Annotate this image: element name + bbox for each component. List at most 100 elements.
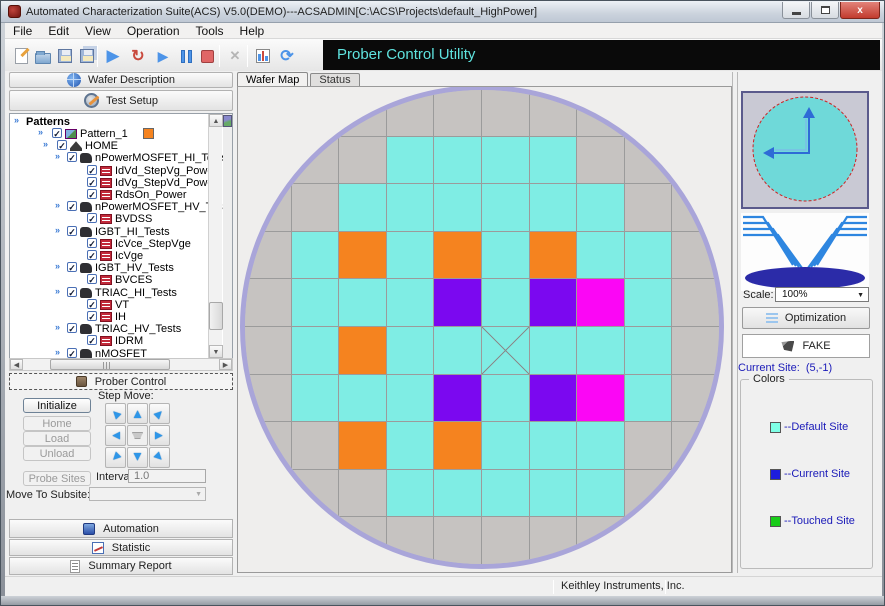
wafer-site-5-8[interactable] <box>482 470 530 518</box>
wafer-site-2-6[interactable] <box>339 375 387 423</box>
tree-item-BVDSS[interactable]: ✓BVDSS <box>10 213 220 225</box>
wafer-site-8-0[interactable] <box>625 89 673 137</box>
summary-report-button[interactable]: Summary Report <box>9 557 233 575</box>
wafer-site-5-0[interactable] <box>482 89 530 137</box>
wafer-description-button[interactable]: Wafer Description <box>9 72 233 88</box>
tree-item-IH[interactable]: ✓IH <box>10 311 220 323</box>
wafer-site-0-9[interactable] <box>244 517 292 565</box>
test-setup-button[interactable]: Test Setup <box>9 90 233 111</box>
refresh-icon[interactable]: ⟳ <box>277 46 297 66</box>
wafer-site-5-5[interactable] <box>482 327 530 375</box>
statistic-button[interactable]: Statistic <box>9 539 233 556</box>
load-button[interactable]: Load <box>23 431 91 446</box>
maximize-button[interactable] <box>811 2 839 19</box>
wafer-site-5-9[interactable] <box>482 517 530 565</box>
step-left-button[interactable]: ▲ <box>105 425 126 446</box>
wafer-site-7-5[interactable] <box>577 327 625 375</box>
wafer-site-8-8[interactable] <box>625 470 673 518</box>
scroll-thumb[interactable] <box>209 302 223 330</box>
menu-item-operation[interactable]: Operation <box>119 23 188 39</box>
tree-item-HOME[interactable]: »✓HOME <box>10 140 220 152</box>
wafer-site-0-0[interactable] <box>244 89 292 137</box>
wafer-site-1-1[interactable] <box>292 137 340 185</box>
step-up-button[interactable]: ▲ <box>127 403 148 424</box>
checkbox[interactable]: ✓ <box>87 274 97 284</box>
checkbox[interactable]: ✓ <box>87 238 97 248</box>
wafer-site-3-4[interactable] <box>387 279 435 327</box>
wafer-site-2-8[interactable] <box>339 470 387 518</box>
wafer-site-8-7[interactable] <box>625 422 673 470</box>
title-bar[interactable]: Automated Characterization Suite(ACS) V5… <box>1 1 885 23</box>
wafer-site-9-8[interactable] <box>672 470 720 518</box>
new-icon[interactable] <box>11 46 31 66</box>
tree-item-Pattern_1[interactable]: »✓Pattern_1 <box>10 128 220 140</box>
wafer-site-2-7[interactable] <box>339 422 387 470</box>
close-button[interactable]: x <box>840 2 880 19</box>
wafer-site-7-1[interactable] <box>577 137 625 185</box>
optimization-button[interactable]: Optimization <box>742 307 870 329</box>
tree-item-BVCES[interactable]: ✓BVCES <box>10 274 220 286</box>
tab-status[interactable]: Status <box>310 73 359 86</box>
wafer-site-2-4[interactable] <box>339 279 387 327</box>
wafer-site-6-1[interactable] <box>530 137 578 185</box>
pattern-thumbnail-icon[interactable] <box>223 115 232 127</box>
step-up-right-button[interactable]: ▲ <box>149 403 170 424</box>
move-to-subsite-select[interactable] <box>89 487 206 501</box>
scroll-left-icon[interactable]: ◀ <box>10 359 23 370</box>
expander-icon[interactable]: » <box>55 261 60 271</box>
wafer-site-6-2[interactable] <box>530 184 578 232</box>
checkbox[interactable]: ✓ <box>87 189 97 199</box>
run-icon[interactable]: ▶ <box>103 46 123 66</box>
checkbox[interactable]: ✓ <box>67 226 77 236</box>
wafer-site-0-4[interactable] <box>244 279 292 327</box>
wafer-site-3-3[interactable] <box>387 232 435 280</box>
wafer-site-7-4[interactable] <box>577 279 625 327</box>
step-center-button[interactable] <box>127 425 148 446</box>
expander-icon[interactable]: » <box>55 200 60 210</box>
wafer-site-1-7[interactable] <box>292 422 340 470</box>
menu-item-help[interactable]: Help <box>232 23 273 39</box>
wafer-site-8-2[interactable] <box>625 184 673 232</box>
interval-input[interactable]: 1.0 <box>128 469 206 483</box>
wafer-site-6-5[interactable] <box>530 327 578 375</box>
wafer-site-9-1[interactable] <box>672 137 720 185</box>
expander-icon[interactable]: » <box>55 347 60 357</box>
scroll-thumb[interactable] <box>50 359 170 370</box>
tree-item-IcVce_StepVge[interactable]: ✓IcVce_StepVge <box>10 238 220 250</box>
delete-icon[interactable]: ✕ <box>225 46 245 66</box>
wafer-site-3-7[interactable] <box>387 422 435 470</box>
wafer-site-9-9[interactable] <box>672 517 720 565</box>
wafer-site-8-5[interactable] <box>625 327 673 375</box>
wafer-site-4-3[interactable] <box>434 232 482 280</box>
checkbox[interactable]: ✓ <box>87 165 97 175</box>
menu-item-file[interactable]: File <box>5 23 40 39</box>
checkbox[interactable]: ✓ <box>87 311 97 321</box>
wafer-site-5-4[interactable] <box>482 279 530 327</box>
wafer-site-2-3[interactable] <box>339 232 387 280</box>
save-all-icon[interactable] <box>77 46 97 66</box>
menu-item-view[interactable]: View <box>77 23 119 39</box>
tree-item-VT[interactable]: ✓VT <box>10 299 220 311</box>
wafer-site-4-4[interactable] <box>434 279 482 327</box>
wafer-site-5-6[interactable] <box>482 375 530 423</box>
tree-item-TRIAC_HI_Tests[interactable]: »✓TRIAC_HI_Tests <box>10 287 220 299</box>
wafer-site-9-5[interactable] <box>672 327 720 375</box>
wafer-site-3-8[interactable] <box>387 470 435 518</box>
wafer-site-8-4[interactable] <box>625 279 673 327</box>
tree-horizontal-scrollbar[interactable]: ◀ ▶ <box>9 358 233 371</box>
wafer-site-1-6[interactable] <box>292 375 340 423</box>
wafer-site-2-2[interactable] <box>339 184 387 232</box>
checkbox[interactable]: ✓ <box>67 152 77 162</box>
checkbox[interactable]: ✓ <box>67 348 77 358</box>
menu-item-edit[interactable]: Edit <box>40 23 77 39</box>
cycle-icon[interactable]: ↻ <box>128 46 148 66</box>
probe-sites-button[interactable]: Probe Sites <box>23 471 91 486</box>
tree-item-IdVd_StepVg_Power[interactable]: ✓IdVd_StepVg_Power <box>10 165 220 177</box>
wafer-site-3-5[interactable] <box>387 327 435 375</box>
wafer-site-0-8[interactable] <box>244 470 292 518</box>
checkbox[interactable]: ✓ <box>87 177 97 187</box>
automation-button[interactable]: Automation <box>9 519 233 538</box>
tree-item-nPowerMOSFET_HI_Tests[interactable]: »✓nPowerMOSFET_HI_Tests <box>10 152 220 164</box>
wafer-site-4-2[interactable] <box>434 184 482 232</box>
expander-icon[interactable]: » <box>55 225 60 235</box>
